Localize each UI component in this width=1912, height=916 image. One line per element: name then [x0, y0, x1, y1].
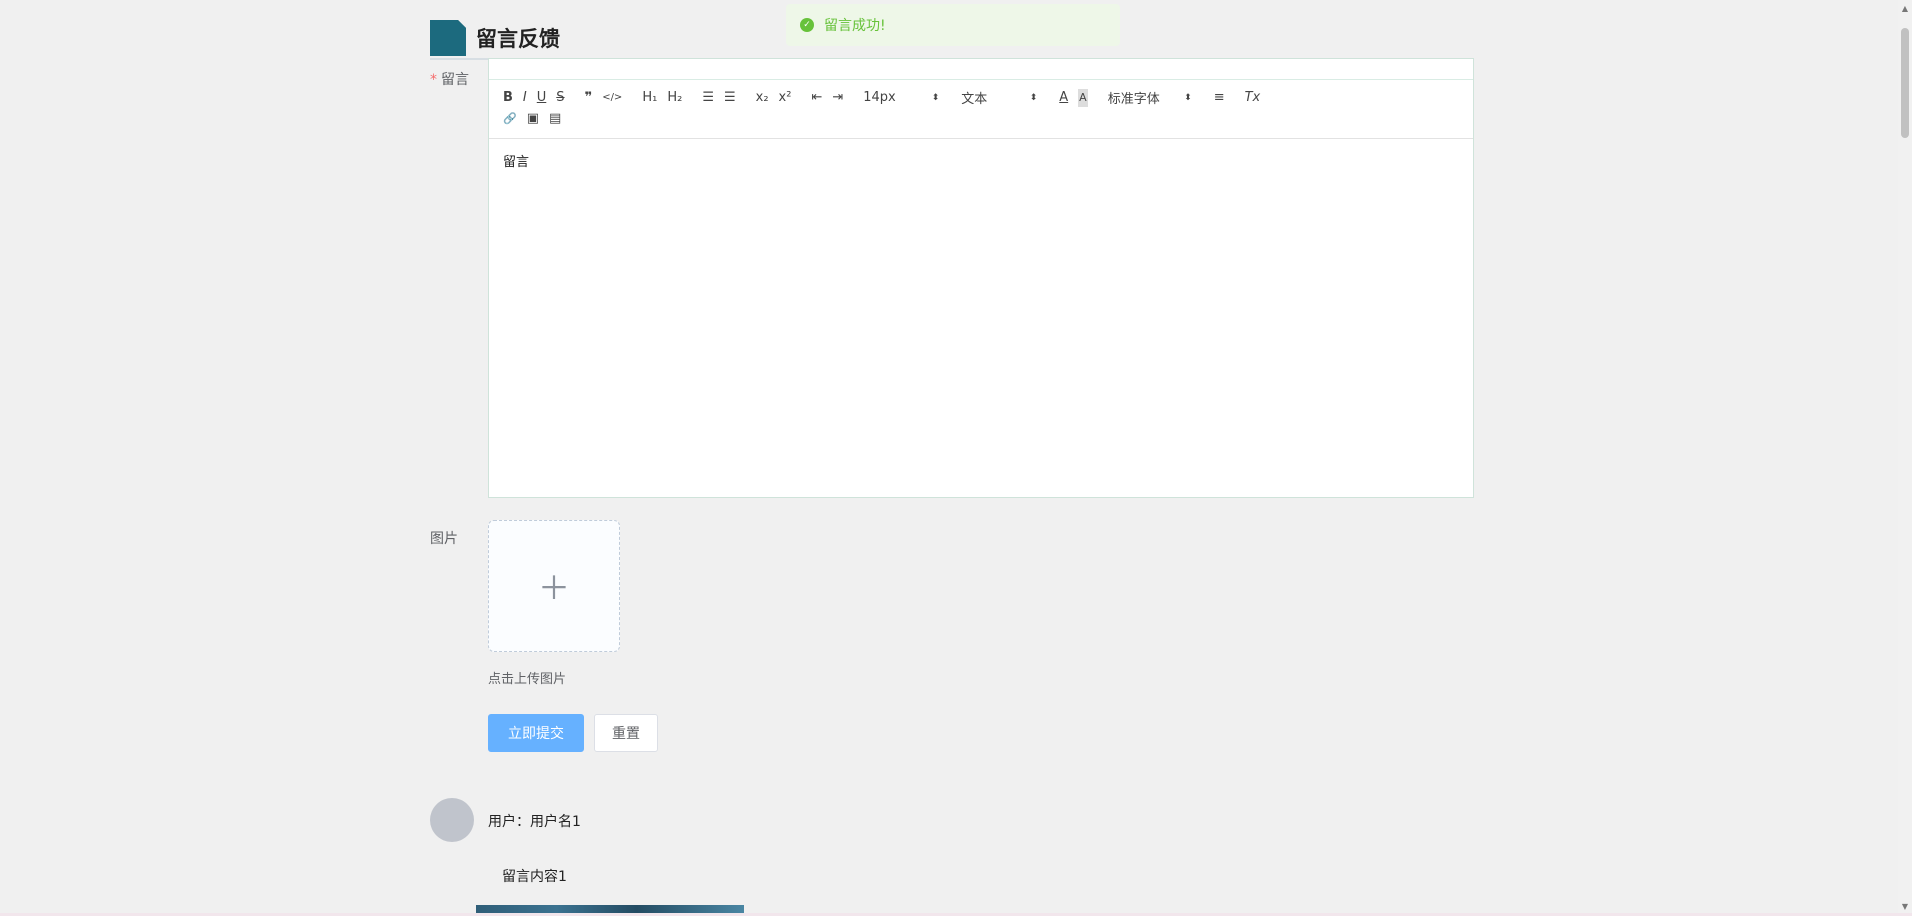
- avatar: [430, 798, 474, 842]
- page: ✓ 留言成功! 留言反馈 * 留言 B I U S ❞ </> H₁ H₂ ☰ ☰…: [0, 0, 1912, 916]
- toolbar-row-1: B I U S ❞ </> H₁ H₂ ☰ ☰ x₂ x² ⇤ ⇥ 14px ⬍ …: [503, 88, 1270, 107]
- success-toast: ✓ 留言成功!: [786, 4, 1120, 46]
- italic-button[interactable]: I: [523, 89, 527, 107]
- align-button[interactable]: ≡: [1214, 89, 1225, 107]
- check-circle-icon: ✓: [800, 18, 814, 32]
- toast-text: 留言成功!: [824, 18, 886, 34]
- comment-content: 留言内容1: [502, 869, 567, 885]
- superscript-button[interactable]: x²: [779, 89, 792, 107]
- video-button[interactable]: ▤: [549, 110, 561, 128]
- page-header: 留言反馈: [430, 20, 560, 56]
- indent-decrease-button[interactable]: ⇤: [811, 89, 822, 107]
- toolbar-row-2: 🔗 ▣ ▤: [503, 110, 571, 128]
- subscript-button[interactable]: x₂: [756, 89, 769, 107]
- editor-top-strip: [489, 59, 1473, 80]
- upload-hint: 点击上传图片: [488, 672, 567, 687]
- underline-button[interactable]: U: [537, 89, 547, 107]
- page-title: 留言反馈: [476, 27, 560, 51]
- bullet-list-button[interactable]: ☰: [724, 89, 736, 107]
- clean-format-button[interactable]: Tx: [1245, 89, 1261, 107]
- image-button[interactable]: ▣: [527, 110, 539, 128]
- strike-button[interactable]: S: [556, 89, 564, 107]
- title-icon: [430, 20, 466, 56]
- comment-user: 用户：用户名1: [488, 814, 581, 830]
- vertical-scrollbar[interactable]: ▲ ▼: [1898, 0, 1912, 916]
- submit-button[interactable]: 立即提交: [488, 714, 584, 752]
- header-type-select[interactable]: 文本 ⬍: [961, 88, 1037, 107]
- scroll-down-icon[interactable]: ▼: [1898, 900, 1912, 914]
- indent-increase-button[interactable]: ⇥: [832, 89, 843, 107]
- editor-content[interactable]: 留言: [489, 139, 1473, 182]
- background-color-button[interactable]: A: [1078, 88, 1088, 107]
- message-label: * 留言: [430, 72, 469, 88]
- editor-toolbar: B I U S ❞ </> H₁ H₂ ☰ ☰ x₂ x² ⇤ ⇥ 14px ⬍ …: [489, 80, 1473, 139]
- select-arrow-icon: ⬍: [1184, 92, 1192, 103]
- bold-button[interactable]: B: [503, 89, 513, 107]
- scroll-up-icon[interactable]: ▲: [1898, 2, 1912, 16]
- select-arrow-icon: ⬍: [1029, 92, 1038, 103]
- required-mark: *: [430, 72, 437, 88]
- plus-icon: ＋: [537, 569, 570, 607]
- reset-button[interactable]: 重置: [594, 714, 658, 752]
- h1-button[interactable]: H₁: [642, 89, 657, 107]
- scrollbar-thumb[interactable]: [1901, 28, 1909, 138]
- ordered-list-button[interactable]: ☰: [702, 89, 714, 107]
- image-label: 图片: [430, 531, 458, 547]
- select-arrow-icon: ⬍: [931, 92, 940, 103]
- image-upload[interactable]: ＋: [488, 520, 620, 652]
- h2-button[interactable]: H₂: [667, 89, 682, 107]
- text-color-button[interactable]: A: [1059, 89, 1068, 107]
- rich-text-editor[interactable]: B I U S ❞ </> H₁ H₂ ☰ ☰ x₂ x² ⇤ ⇥ 14px ⬍ …: [488, 58, 1474, 498]
- font-family-select[interactable]: 标准字体 ⬍: [1108, 88, 1192, 107]
- code-button[interactable]: </>: [602, 89, 622, 107]
- blockquote-button[interactable]: ❞: [585, 89, 593, 107]
- font-size-select[interactable]: 14px ⬍: [863, 90, 939, 105]
- link-button[interactable]: 🔗: [503, 110, 517, 128]
